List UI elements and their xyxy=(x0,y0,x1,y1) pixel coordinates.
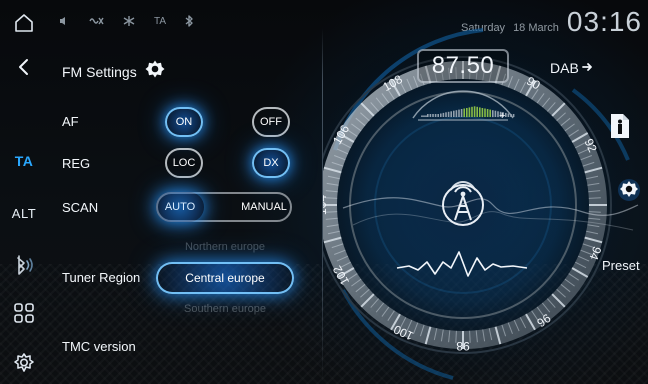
tuner-region-label: Tuner Region xyxy=(62,270,141,285)
signal-bar xyxy=(510,114,512,117)
scan-auto-button[interactable]: AUTO xyxy=(156,192,204,222)
band-switch-button[interactable]: DAB xyxy=(550,60,594,76)
signal-bar xyxy=(437,114,439,117)
signal-bar xyxy=(455,110,458,118)
preset-label[interactable]: Preset xyxy=(602,258,640,273)
info-icon xyxy=(607,114,633,144)
region-option-northern[interactable]: Northern europe xyxy=(156,241,294,253)
reg-dx-button[interactable]: DX xyxy=(252,148,290,178)
bluetooth-off-icon xyxy=(122,15,136,27)
gear-icon xyxy=(12,351,36,375)
signal-bar xyxy=(460,109,463,117)
bluetooth-audio-icon xyxy=(11,254,37,276)
preset-settings-button[interactable] xyxy=(617,178,641,207)
af-off-button[interactable]: OFF xyxy=(252,107,290,137)
status-bar: TA xyxy=(58,10,194,32)
page-title: FM Settings xyxy=(62,58,167,85)
af-on-button[interactable]: ON xyxy=(165,107,203,137)
signal-bar xyxy=(481,108,484,118)
reg-label: REG xyxy=(62,156,91,171)
signal-bar xyxy=(486,109,489,117)
gear-icon xyxy=(617,179,641,206)
scan-manual-button[interactable]: MANUAL xyxy=(236,192,292,222)
ta-label: TA xyxy=(14,153,34,169)
signal-bar xyxy=(447,111,450,117)
band-switch-label: DAB xyxy=(550,60,579,76)
settings-button[interactable] xyxy=(0,346,48,380)
signal-bar xyxy=(445,112,447,117)
ta-status-text: TA xyxy=(154,15,167,27)
bluetooth-audio-button[interactable] xyxy=(0,248,48,282)
fm-settings-title: FM Settings xyxy=(62,63,137,80)
signal-bar xyxy=(453,110,455,117)
signal-bar xyxy=(450,111,452,118)
info-button[interactable] xyxy=(607,112,633,140)
signal-bar xyxy=(479,107,481,117)
signal-bar xyxy=(429,114,432,117)
signal-bar xyxy=(471,106,473,117)
signal-bar xyxy=(468,107,471,117)
signal-minus-label: – xyxy=(421,110,428,122)
af-label: AF xyxy=(62,114,79,129)
dial-label: 98 xyxy=(456,339,470,353)
signal-bar xyxy=(507,113,510,117)
volume-icon xyxy=(58,15,70,27)
scan-label: SCAN xyxy=(62,200,99,215)
signal-bar xyxy=(476,106,478,117)
apps-button[interactable] xyxy=(0,296,48,330)
alt-button[interactable]: ALT xyxy=(0,196,48,230)
alt-label: ALT xyxy=(11,205,37,221)
radio-panel: – + 108 90 106 92 104 94 102 96 100 98 87.50 DAB xyxy=(323,0,648,384)
signal-bar xyxy=(484,108,486,117)
signal-bar xyxy=(434,114,437,117)
dial-tick xyxy=(588,197,601,199)
left-rail: TA ALT xyxy=(0,0,48,384)
gear-icon xyxy=(143,58,167,85)
reg-loc-button[interactable]: LOC xyxy=(165,148,203,178)
signal-bar xyxy=(432,114,434,117)
grid-icon xyxy=(13,302,35,324)
signal-bar xyxy=(473,106,476,117)
frequency-display[interactable]: 87.50 xyxy=(417,49,509,83)
signal-bar xyxy=(427,114,429,117)
tmc-version-label: TMC version xyxy=(62,339,136,354)
chevron-left-icon xyxy=(15,58,33,76)
signal-bar xyxy=(466,108,468,118)
bluetooth-icon xyxy=(184,14,194,28)
sound-off-icon xyxy=(88,15,104,27)
signal-bar xyxy=(494,110,497,117)
dial-tick xyxy=(588,211,601,213)
back-button[interactable] xyxy=(0,50,48,84)
signal-bar xyxy=(440,113,442,117)
dial-label: 104 xyxy=(323,195,329,215)
arrow-right-icon xyxy=(581,60,594,76)
signal-bar xyxy=(492,110,494,118)
signal-bar xyxy=(489,109,491,117)
region-option-central[interactable]: Central europe xyxy=(156,262,294,294)
signal-plus-label: + xyxy=(499,110,505,122)
signal-bar xyxy=(463,108,465,117)
region-option-southern[interactable]: Southern europe xyxy=(156,303,294,315)
signal-bar xyxy=(512,114,515,117)
signal-bar xyxy=(442,112,445,117)
home-icon xyxy=(13,12,35,34)
signal-bar xyxy=(458,109,460,117)
dial-tick xyxy=(455,330,457,343)
ta-button[interactable]: TA xyxy=(0,144,48,178)
home-button[interactable] xyxy=(0,6,48,40)
